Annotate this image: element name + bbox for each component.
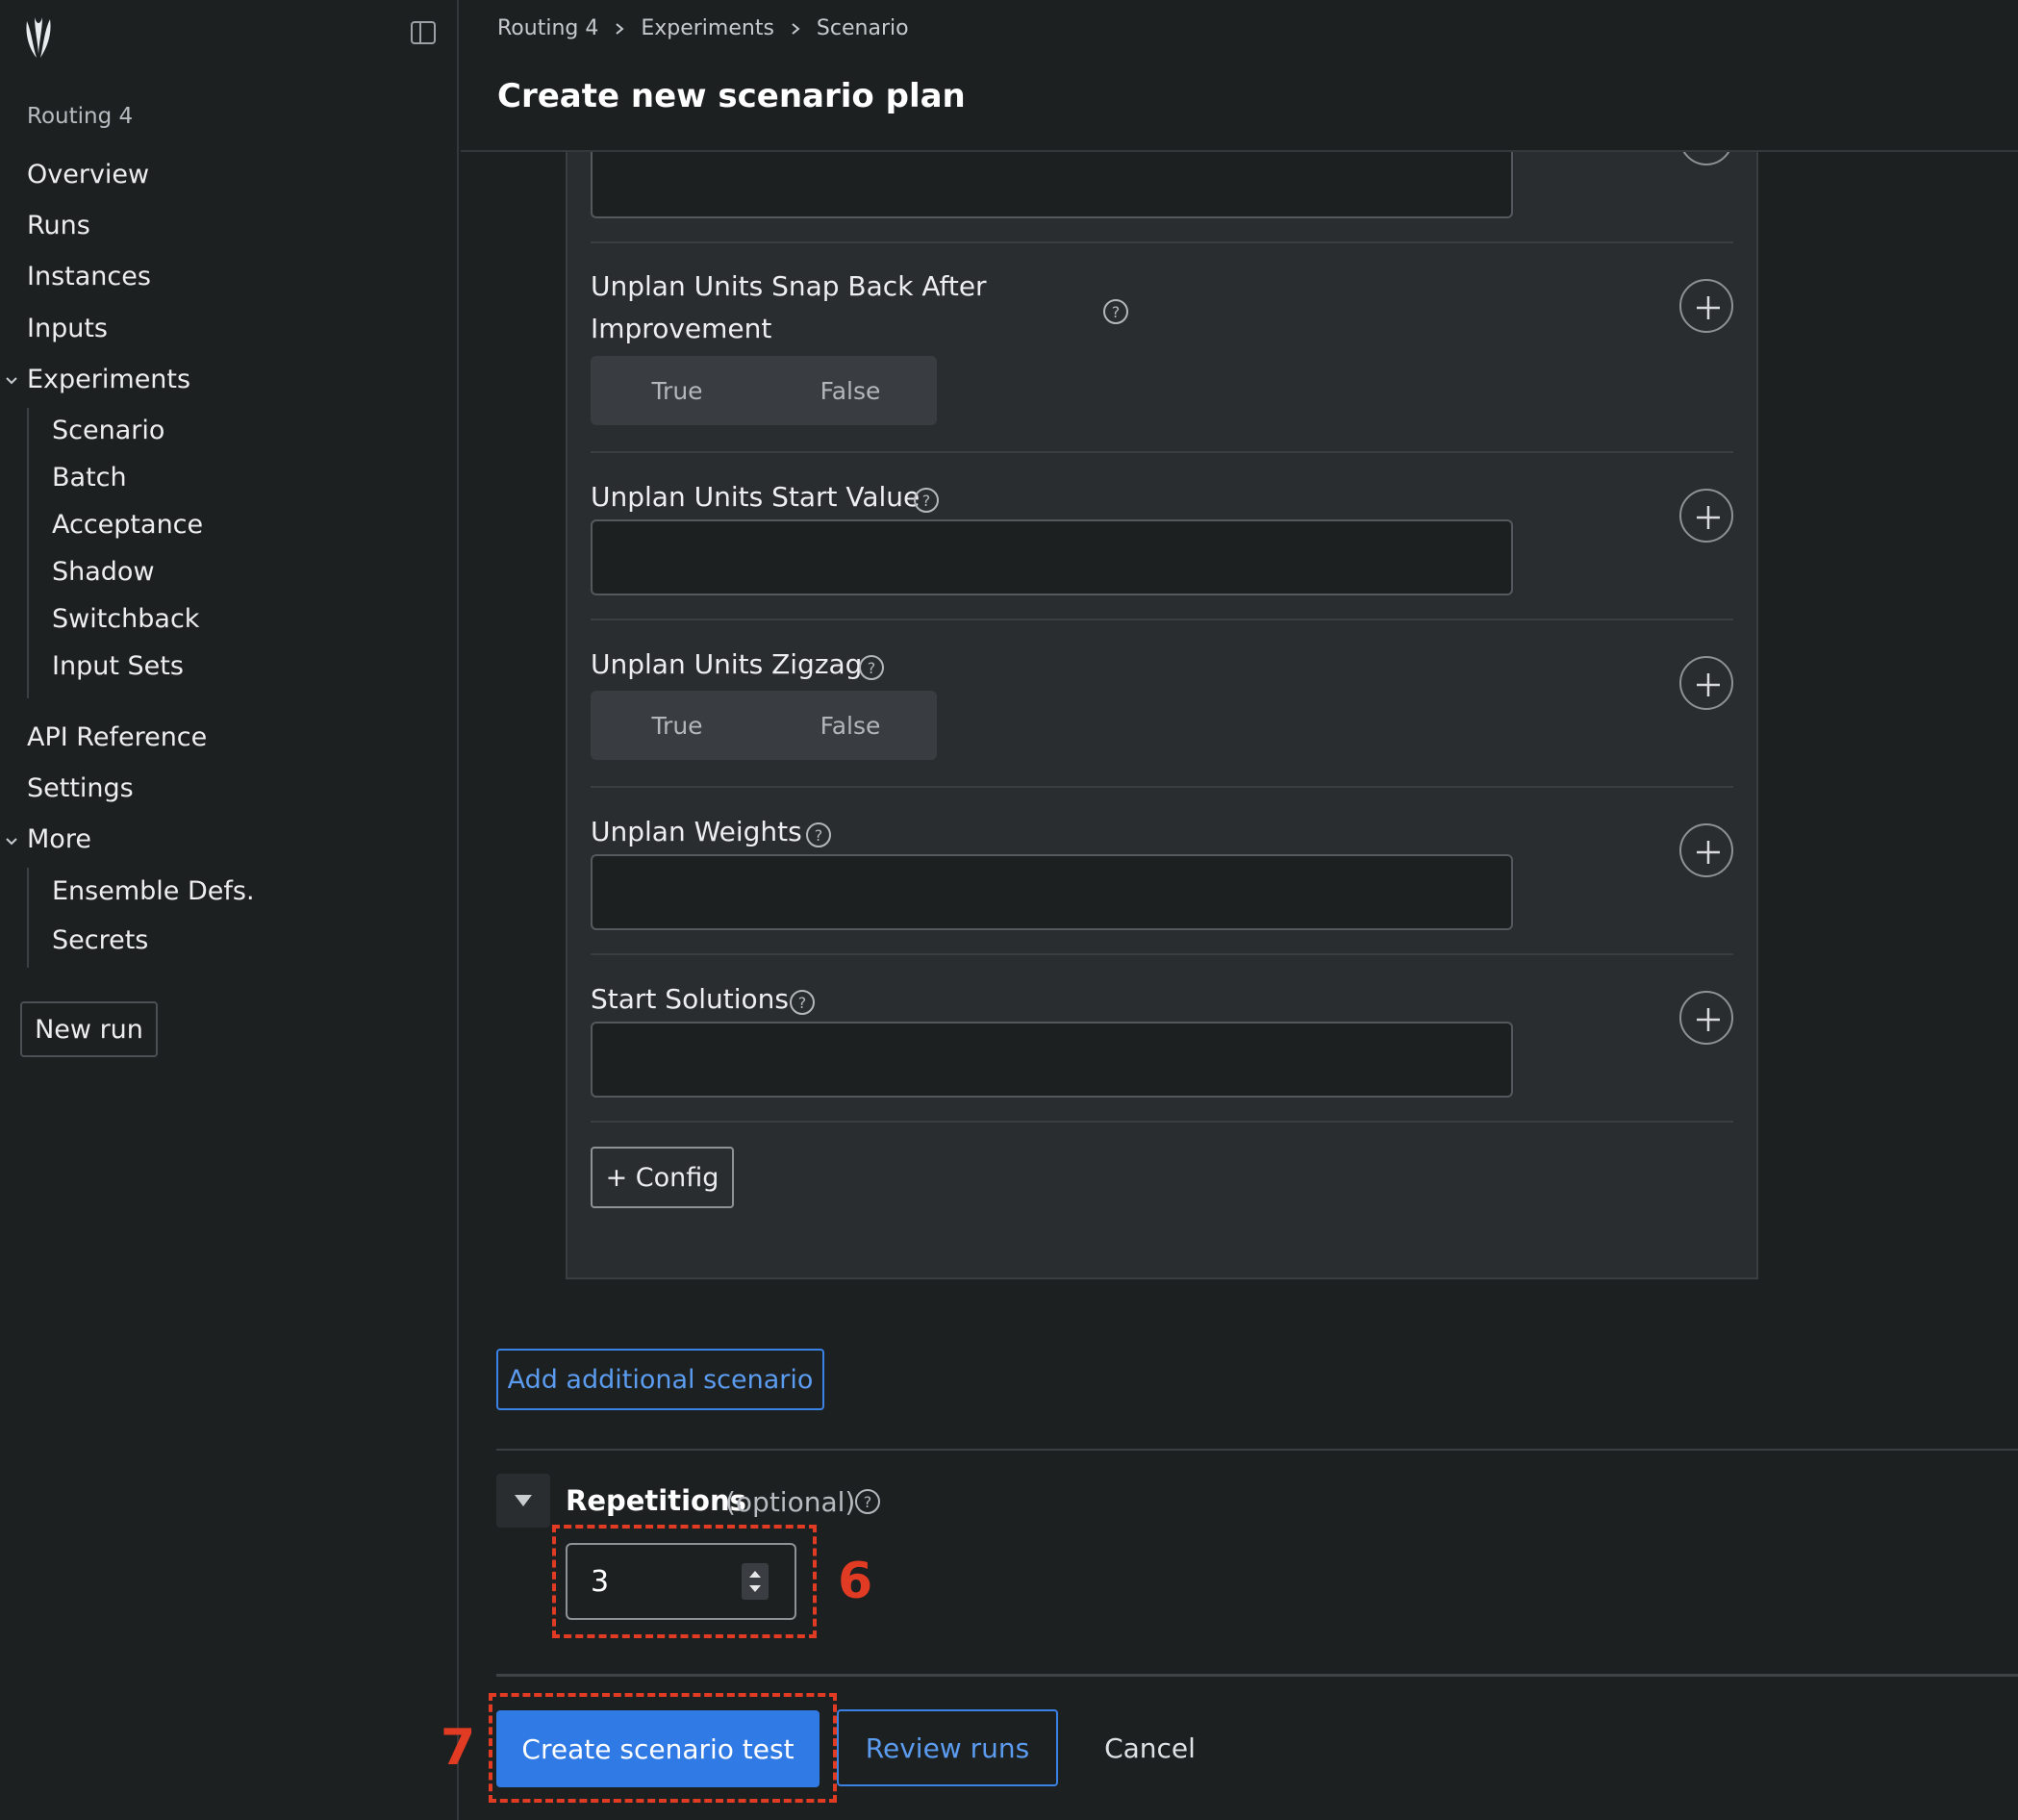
breadcrumb: Routing 4 Experiments Scenario [497,16,909,40]
plus-icon [1697,841,1720,864]
chevron-right-icon [616,22,624,35]
chevron-down-icon[interactable] [5,374,18,388]
breadcrumb-item-scenario[interactable]: Scenario [817,16,909,40]
field-divider [591,241,1733,243]
field-divider [591,786,1733,788]
tree-line [27,868,29,968]
add-scenario-button[interactable]: Add additional scenario [496,1349,824,1410]
breadcrumb-item-experiments[interactable]: Experiments [641,16,774,40]
repetitions-label: Repetitions [566,1484,746,1517]
chevron-right-icon [792,22,800,35]
sidebar-item-overview[interactable]: Overview [27,160,149,190]
footer-divider [496,1674,2018,1677]
sidebar-item-more[interactable]: More [27,824,91,854]
sidebar-item-acceptance[interactable]: Acceptance [52,510,203,540]
sidebar-item-scenario[interactable]: Scenario [52,416,164,445]
plus-icon [1697,673,1720,696]
sidebar-item-runs[interactable]: Runs [27,211,90,240]
field-label: Improvement [591,313,772,344]
plus-icon [1697,506,1720,529]
field-divider [591,1121,1733,1123]
start-solutions-input[interactable] [591,1022,1513,1098]
page-title: Create new scenario plan [497,77,966,115]
add-config-button[interactable]: + Config [591,1147,734,1208]
app-window: Routing 4 Overview Runs Instances Inputs… [0,0,2018,1820]
sidebar-item-shadow[interactable]: Shadow [52,557,155,587]
plus-icon [1697,1008,1720,1031]
annotation-label-step-7: 7 [441,1719,476,1777]
add-value-button[interactable] [1679,991,1733,1045]
help-icon[interactable]: ? [913,487,940,514]
toggle-option-false[interactable]: False [764,691,937,760]
sidebar-item-instances[interactable]: Instances [27,262,151,291]
add-value-button[interactable] [1679,823,1733,877]
help-icon[interactable]: ? [854,1488,881,1515]
svg-text:?: ? [815,826,823,845]
annotation-box-step-6 [552,1525,817,1638]
svg-text:?: ? [868,659,876,677]
add-value-button[interactable] [1679,489,1733,543]
zigzag-toggle: True False [591,691,937,760]
sidebar-item-settings[interactable]: Settings [27,773,134,803]
svg-text:?: ? [1112,303,1121,321]
field-label: Unplan Units Snap Back After [591,270,987,302]
sidebar-item-secrets[interactable]: Secrets [52,925,148,955]
sidebar-item-ensemble-defs[interactable]: Ensemble Defs. [52,876,255,906]
page-header: Routing 4 Experiments Scenario Create ne… [461,0,2018,152]
project-name: Routing 4 [27,104,134,129]
sidebar: Routing 4 Overview Runs Instances Inputs… [0,0,459,1820]
sidebar-item-inputs[interactable]: Inputs [27,314,108,343]
plus-icon [1697,296,1720,319]
sidebar-item-switchback[interactable]: Switchback [52,604,199,634]
field-label: Start Solutions [591,983,789,1015]
help-icon[interactable]: ? [789,989,816,1016]
field-label: Unplan Units Start Value [591,481,921,513]
sidebar-toggle-icon[interactable] [409,19,438,46]
field-label: Unplan Units Zigzag [591,648,863,680]
caret-down-icon [515,1495,532,1506]
toggle-option-true[interactable]: True [591,691,764,760]
sidebar-item-input-sets[interactable]: Input Sets [52,651,184,681]
app-logo-icon[interactable] [23,15,54,60]
help-icon[interactable]: ? [805,822,832,848]
help-icon[interactable]: ? [1102,298,1129,325]
snap-back-toggle: True False [591,356,937,425]
help-icon[interactable]: ? [858,654,885,681]
repetitions-optional-hint: (optional) [725,1486,856,1518]
tree-line [27,408,29,698]
chevron-down-icon[interactable] [5,835,18,848]
add-value-button[interactable] [1679,279,1733,333]
svg-text:?: ? [864,1493,872,1511]
field-divider [591,619,1733,620]
sidebar-item-experiments[interactable]: Experiments [27,365,190,394]
unplan-weights-input[interactable] [591,854,1513,930]
field-divider [591,953,1733,955]
toggle-option-true[interactable]: True [591,356,764,425]
cancel-button[interactable]: Cancel [1075,1709,1224,1786]
new-run-button[interactable]: New run [20,1001,158,1057]
sidebar-item-api-reference[interactable]: API Reference [27,722,207,752]
sidebar-item-batch[interactable]: Batch [52,463,127,493]
toggle-option-false[interactable]: False [764,356,937,425]
breadcrumb-item-project[interactable]: Routing 4 [497,16,598,40]
section-divider [496,1449,2018,1451]
add-value-button[interactable] [1679,656,1733,710]
svg-text:?: ? [798,994,807,1012]
field-label: Unplan Weights [591,816,802,847]
svg-text:?: ? [922,492,931,510]
repetitions-collapse-button[interactable] [496,1474,550,1528]
start-value-input[interactable] [591,519,1513,595]
create-scenario-test-button[interactable]: Create scenario test [496,1710,820,1787]
annotation-label-step-6: 6 [838,1553,873,1610]
field-divider [591,451,1733,453]
review-runs-button[interactable]: Review runs [837,1709,1058,1786]
